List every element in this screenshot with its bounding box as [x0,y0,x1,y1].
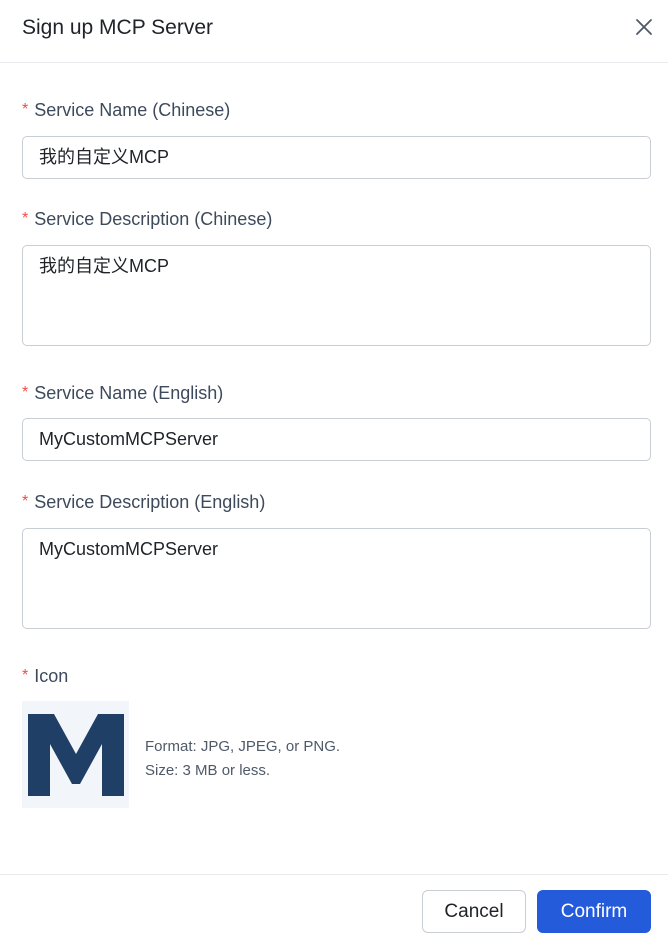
required-mark: * [22,210,29,227]
label-text: Service Description (English) [34,492,266,512]
service-name-en-input[interactable]: MyCustomMCPServer [22,418,651,461]
required-mark: * [22,667,29,684]
dialog-header: Sign up MCP Server [0,0,668,63]
cancel-button[interactable]: Cancel [422,890,526,933]
label-text: Service Description (Chinese) [34,209,273,229]
service-desc-en-textarea[interactable]: MyCustomMCPServer [22,528,651,629]
required-mark: * [22,101,29,118]
close-button[interactable] [630,13,658,41]
close-icon [636,19,652,35]
required-mark: * [22,384,29,401]
label-service-name-en: * Service Name (English) [22,381,223,407]
label-text: Icon [34,666,69,686]
label-service-desc-cn: * Service Description (Chinese) [22,207,272,233]
dialog-title: Sign up MCP Server [22,16,214,39]
service-desc-cn-textarea[interactable]: 我的自定义MCP [22,245,651,346]
dialog-footer: Cancel Confirm [0,874,668,938]
icon-upload-preview[interactable] [22,701,129,808]
label-text: Service Name (English) [34,383,224,403]
letter-m-logo-icon [27,713,124,796]
required-mark: * [22,493,29,510]
icon-format-hint: Format: JPG, JPEG, or PNG. [145,738,341,755]
label-text: Service Name (Chinese) [34,100,231,120]
label-icon: * Icon [22,664,68,690]
icon-size-hint: Size: 3 MB or less. [145,762,271,779]
service-name-cn-input[interactable]: 我的自定义MCP [22,136,651,179]
confirm-button[interactable]: Confirm [537,890,651,933]
label-service-desc-en: * Service Description (English) [22,490,265,516]
label-service-name-cn: * Service Name (Chinese) [22,98,230,124]
